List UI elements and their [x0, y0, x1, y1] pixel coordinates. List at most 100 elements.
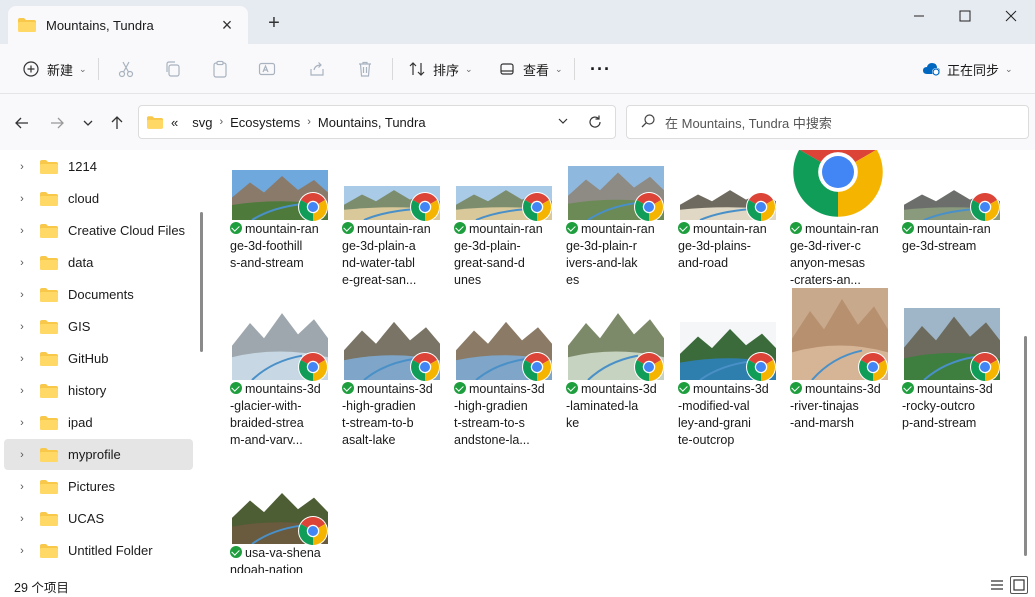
file-name-text: p-and-stream	[902, 416, 977, 430]
recent-locations-button[interactable]	[75, 110, 101, 136]
sidebar-item[interactable]: › GIS	[4, 311, 193, 342]
share-button[interactable]	[308, 53, 333, 85]
cut-button[interactable]	[117, 53, 142, 85]
file-name-line: ge-3d-stream	[902, 238, 1006, 255]
file-name-text: ke	[566, 416, 580, 430]
sort-button[interactable]: 排序 ⌄	[408, 53, 473, 85]
delete-button[interactable]	[356, 53, 381, 85]
breadcrumb-ecosystems[interactable]: Ecosystems	[230, 115, 300, 130]
chevron-right-icon[interactable]: ›	[4, 225, 40, 237]
copy-button[interactable]	[164, 53, 189, 85]
chevron-right-icon[interactable]: ›	[4, 193, 40, 205]
title-bar: Mountains, Tundra × +	[0, 0, 1035, 44]
chrome-icon	[522, 192, 552, 222]
back-button[interactable]	[9, 110, 35, 136]
file-item[interactable]: usa-va-shenandoah-national-park	[226, 460, 334, 573]
file-item[interactable]: mountains-3d -high-gradien t-stream-to-s an…	[450, 296, 558, 458]
close-window-button[interactable]	[988, 0, 1034, 32]
folder-icon	[40, 415, 58, 430]
sidebar-scrollbar[interactable]	[200, 212, 203, 352]
view-button[interactable]: 查看 ⌄	[498, 53, 563, 85]
close-tab-icon[interactable]: ×	[216, 14, 238, 36]
paste-button[interactable]	[211, 53, 236, 85]
minimize-button[interactable]	[896, 0, 942, 32]
file-name-text: ge-3d-foothill	[230, 239, 303, 253]
file-name-line: mountain-ran	[678, 221, 782, 238]
sidebar-item[interactable]: › ipad	[4, 407, 193, 438]
trash-icon	[356, 60, 374, 78]
chevron-right-icon[interactable]: ›	[4, 449, 40, 461]
sidebar-item[interactable]: › myprofile	[4, 439, 193, 470]
chrome-icon	[634, 192, 664, 222]
file-name-text: mountains-3d	[245, 382, 321, 396]
chevron-right-icon[interactable]: ›	[4, 385, 40, 397]
forward-button[interactable]	[44, 110, 70, 136]
search-box[interactable]: 在 Mountains, Tundra 中搜索	[626, 105, 1029, 139]
file-name-text: ivers-and-lak	[566, 256, 638, 270]
file-item[interactable]: mountains-3d -river-tinajas -and-marsh	[786, 288, 894, 458]
file-name-text: ge-3d-plain-a	[342, 239, 416, 253]
chevron-right-icon[interactable]: ›	[4, 417, 40, 429]
maximize-button[interactable]	[942, 0, 988, 32]
file-item[interactable]: mountains-3d -rocky-outcro p-and-stream	[898, 296, 1006, 458]
chevron-right-icon[interactable]: ›	[307, 116, 311, 128]
sidebar-item[interactable]: › history	[4, 375, 193, 406]
breadcrumb-svg[interactable]: svg	[192, 115, 212, 130]
file-item[interactable]: mountain-ran ge-3d-plain-a nd-water-tabl e-…	[338, 150, 446, 312]
chevron-right-icon[interactable]: ›	[219, 116, 223, 128]
sidebar-item[interactable]: › Pictures	[4, 471, 193, 502]
up-button[interactable]	[104, 110, 130, 136]
sidebar-item-label: Untitled Folder	[68, 543, 153, 558]
chevron-right-icon[interactable]: ›	[4, 161, 40, 173]
sidebar-item[interactable]: › 1214	[4, 151, 193, 182]
sidebar-item[interactable]: › UCAS	[4, 503, 193, 534]
breadcrumb-mountains-tundra[interactable]: Mountains, Tundra	[318, 115, 426, 130]
file-name-line: nd-water-tabl	[342, 255, 446, 272]
sync-status-button[interactable]: 正在同步 ⌄	[922, 53, 1013, 85]
file-item[interactable]: mountain-ran ge-3d-foothill s-and-stream	[226, 150, 334, 312]
file-item[interactable]: mountains-3d -laminated-la ke	[562, 296, 670, 458]
chevron-right-icon[interactable]: ›	[4, 513, 40, 525]
breadcrumb-overflow[interactable]: «	[171, 115, 178, 130]
sidebar-item[interactable]: › Untitled Folder	[4, 535, 193, 566]
file-name-line: braided-strea	[230, 415, 334, 432]
rename-button[interactable]	[258, 53, 283, 85]
chevron-right-icon[interactable]: ›	[4, 289, 40, 301]
sidebar-item[interactable]: › Creative Cloud Files	[4, 215, 193, 246]
file-item[interactable]: mountains-3d -high-gradien t-stream-to-b as…	[338, 296, 446, 458]
sidebar-item[interactable]: › cloud	[4, 183, 193, 214]
refresh-icon[interactable]	[587, 114, 603, 133]
sidebar-item[interactable]: › data	[4, 247, 193, 278]
content-scrollbar[interactable]	[1024, 336, 1027, 556]
file-name-text: ge-3d-plain-r	[566, 239, 637, 253]
file-item[interactable]: mountain-ran ge-3d-plain-r ivers-and-lak es	[562, 150, 670, 312]
file-item[interactable]: mountain-ran ge-3d-plain-great-sand-d unes	[450, 150, 558, 312]
file-name: mountains-3d -high-gradien t-stream-to-s an…	[454, 381, 558, 449]
file-item[interactable]: mountain-ran ge-3d-stream	[898, 150, 1006, 312]
sidebar-item[interactable]: › GitHub	[4, 343, 193, 374]
chevron-right-icon[interactable]: ›	[4, 545, 40, 557]
file-item[interactable]: mountain-ran ge-3d-plains-and-road	[674, 150, 782, 312]
chrome-icon	[970, 352, 1000, 382]
sidebar-item[interactable]: › Documents	[4, 279, 193, 310]
new-tab-button[interactable]: +	[262, 12, 286, 36]
more-options-button[interactable]: ···	[590, 53, 611, 85]
new-button[interactable]: 新建 ⌄	[22, 53, 87, 85]
details-view-button[interactable]	[988, 576, 1006, 594]
chevron-down-icon[interactable]	[557, 115, 569, 130]
file-item[interactable]: mountains-3d -glacier-with-braided-strea m…	[226, 296, 334, 458]
file-name-text: mountain-ran	[693, 222, 767, 236]
synced-check-icon	[678, 222, 690, 234]
file-item[interactable]: mountains-3d -modified-val ley-and-grani te…	[674, 296, 782, 458]
chevron-right-icon[interactable]: ›	[4, 257, 40, 269]
chevron-right-icon[interactable]: ›	[4, 321, 40, 333]
address-bar[interactable]: « svg › Ecosystems › Mountains, Tundra	[138, 105, 616, 139]
file-name-text: -high-gradien	[454, 399, 528, 413]
file-name: mountains-3d -laminated-la ke	[566, 381, 670, 432]
file-name-line: -and-marsh	[790, 415, 894, 432]
file-name-line: p-and-stream	[902, 415, 1006, 432]
chevron-right-icon[interactable]: ›	[4, 481, 40, 493]
thumbnail-view-button[interactable]	[1010, 576, 1028, 594]
chevron-right-icon[interactable]: ›	[4, 353, 40, 365]
tab-mountains-tundra[interactable]: Mountains, Tundra ×	[8, 6, 248, 44]
